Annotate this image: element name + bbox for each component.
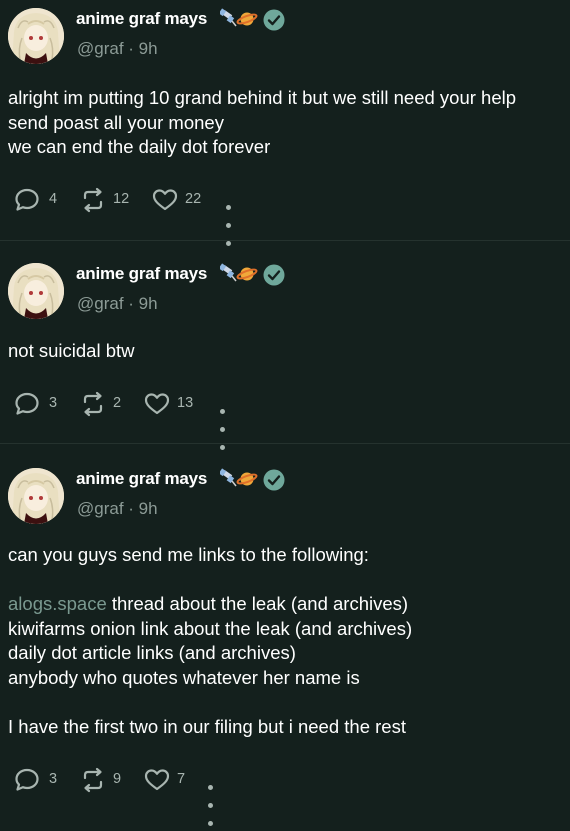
repost-arrows-icon xyxy=(80,391,106,417)
speech-bubble-icon xyxy=(14,391,40,417)
like-button[interactable]: 13 xyxy=(144,391,204,417)
author-name[interactable]: anime graf mays xyxy=(76,469,207,489)
reply-button[interactable]: 4 xyxy=(14,187,64,213)
repost-arrows-icon xyxy=(80,187,106,213)
ellipsis-icon[interactable] xyxy=(220,401,228,455)
ellipsis-icon[interactable] xyxy=(208,777,216,831)
verified-check-icon xyxy=(263,469,285,491)
author-handle-time[interactable]: @graf · 9h xyxy=(77,294,158,314)
like-count: 22 xyxy=(185,191,202,207)
divider xyxy=(0,443,570,444)
like-button[interactable]: 7 xyxy=(144,767,204,793)
speech-bubble-icon xyxy=(14,187,40,213)
satellite-planet-emoji-icon xyxy=(220,262,258,284)
link-line-rest: thread about the leak (and archives) xyxy=(106,593,409,615)
reply-button[interactable]: 3 xyxy=(14,767,64,793)
post-text-line: anybody who quotes whatever her name is xyxy=(8,666,360,688)
post-3[interactable]: anime graf mays @graf · 9h can you guys … xyxy=(0,460,570,826)
ellipsis-icon[interactable] xyxy=(226,197,234,251)
post-text-line: can you guys send me links to the follow… xyxy=(8,544,369,565)
post-1[interactable]: anime graf mays @graf · 9h alright im pu… xyxy=(0,0,570,246)
post-text-line: alogs.space thread about the leak (and a… xyxy=(8,592,412,617)
repost-arrows-icon xyxy=(80,767,106,793)
like-count: 13 xyxy=(177,395,194,411)
post-text-line: daily dot article links (and archives) xyxy=(8,642,296,664)
avatar[interactable] xyxy=(8,468,64,524)
alogs-link[interactable]: alogs.space xyxy=(8,593,107,614)
satellite-planet-emoji-icon xyxy=(220,467,258,489)
repost-count: 2 xyxy=(113,395,122,411)
post-text: can you guys send me links to the follow… xyxy=(8,543,412,740)
post-text: not suicidal btw xyxy=(8,339,134,364)
post-text-line: kiwifarms onion link about the leak (and… xyxy=(8,617,413,639)
reply-count: 3 xyxy=(49,771,58,787)
satellite-planet-emoji-icon xyxy=(220,7,258,29)
repost-button[interactable]: 2 xyxy=(80,391,140,417)
like-button[interactable]: 22 xyxy=(152,187,212,213)
repost-count: 9 xyxy=(113,771,122,787)
author-name[interactable]: anime graf mays xyxy=(76,9,207,29)
avatar[interactable] xyxy=(8,8,64,64)
post-text-line: I have the first two in our filing but i… xyxy=(8,716,406,738)
author-handle-time[interactable]: @graf · 9h xyxy=(77,499,158,519)
post-text-line: we can end the daily dot forever xyxy=(8,136,271,158)
heart-icon xyxy=(144,767,170,793)
speech-bubble-icon xyxy=(14,767,40,793)
reply-count: 4 xyxy=(49,191,58,207)
post-text-line: send poast all your money xyxy=(8,111,224,133)
divider xyxy=(0,240,570,241)
author-handle-time[interactable]: @graf · 9h xyxy=(77,39,158,59)
heart-icon xyxy=(152,187,178,213)
repost-button[interactable]: 9 xyxy=(80,767,140,793)
verified-check-icon xyxy=(263,264,285,286)
repost-button[interactable]: 12 xyxy=(80,187,140,213)
post-text: alright im putting 10 grand behind it bu… xyxy=(8,86,516,160)
reply-count: 3 xyxy=(49,395,58,411)
post-text-line: not suicidal btw xyxy=(8,340,135,361)
like-count: 7 xyxy=(177,771,186,787)
author-name[interactable]: anime graf mays xyxy=(76,264,207,284)
post-2[interactable]: anime graf mays @graf · 9h not suicidal … xyxy=(0,255,570,450)
repost-count: 12 xyxy=(113,191,130,207)
reply-button[interactable]: 3 xyxy=(14,391,64,417)
verified-check-icon xyxy=(263,9,285,31)
avatar[interactable] xyxy=(8,263,64,319)
heart-icon xyxy=(144,391,170,417)
post-text-line: alright im putting 10 grand behind it bu… xyxy=(8,87,517,108)
